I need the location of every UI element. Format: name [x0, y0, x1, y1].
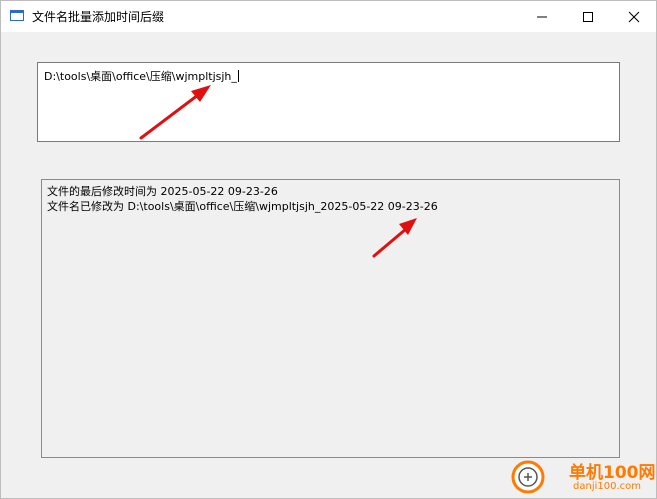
- watermark-name: 单机100网: [569, 463, 656, 483]
- window-title: 文件名批量添加时间后缀: [32, 10, 165, 24]
- close-icon: [628, 11, 640, 23]
- path-input-value: D:\tools\桌面\office\压缩\wjmpltjsjh_: [44, 70, 239, 83]
- app-window: 文件名批量添加时间后缀 D:\tools\桌面\office\压缩\wjmplt…: [0, 0, 657, 499]
- watermark-url: danji100.com: [573, 481, 641, 492]
- log-line: 文件名已修改为 D:\tools\桌面\office\压缩\wjmpltjsjh…: [47, 200, 438, 213]
- maximize-button[interactable]: [565, 1, 611, 32]
- minimize-button[interactable]: [519, 1, 565, 32]
- log-line: 文件的最后修改时间为 2025-05-22 09-23-26: [47, 185, 278, 198]
- watermark: 单机100网 danji100.com: [507, 456, 656, 498]
- maximize-icon: [583, 12, 593, 22]
- watermark-logo-icon: [511, 460, 545, 494]
- title-bar[interactable]: 文件名批量添加时间后缀: [1, 1, 656, 32]
- path-input[interactable]: D:\tools\桌面\office\压缩\wjmpltjsjh_: [37, 62, 620, 142]
- text-caret: [237, 70, 239, 82]
- window-app-icon: [10, 10, 24, 21]
- minimize-icon: [537, 16, 547, 18]
- log-output[interactable]: 文件的最后修改时间为 2025-05-22 09-23-26 文件名已修改为 D…: [41, 179, 620, 458]
- close-button[interactable]: [611, 1, 656, 32]
